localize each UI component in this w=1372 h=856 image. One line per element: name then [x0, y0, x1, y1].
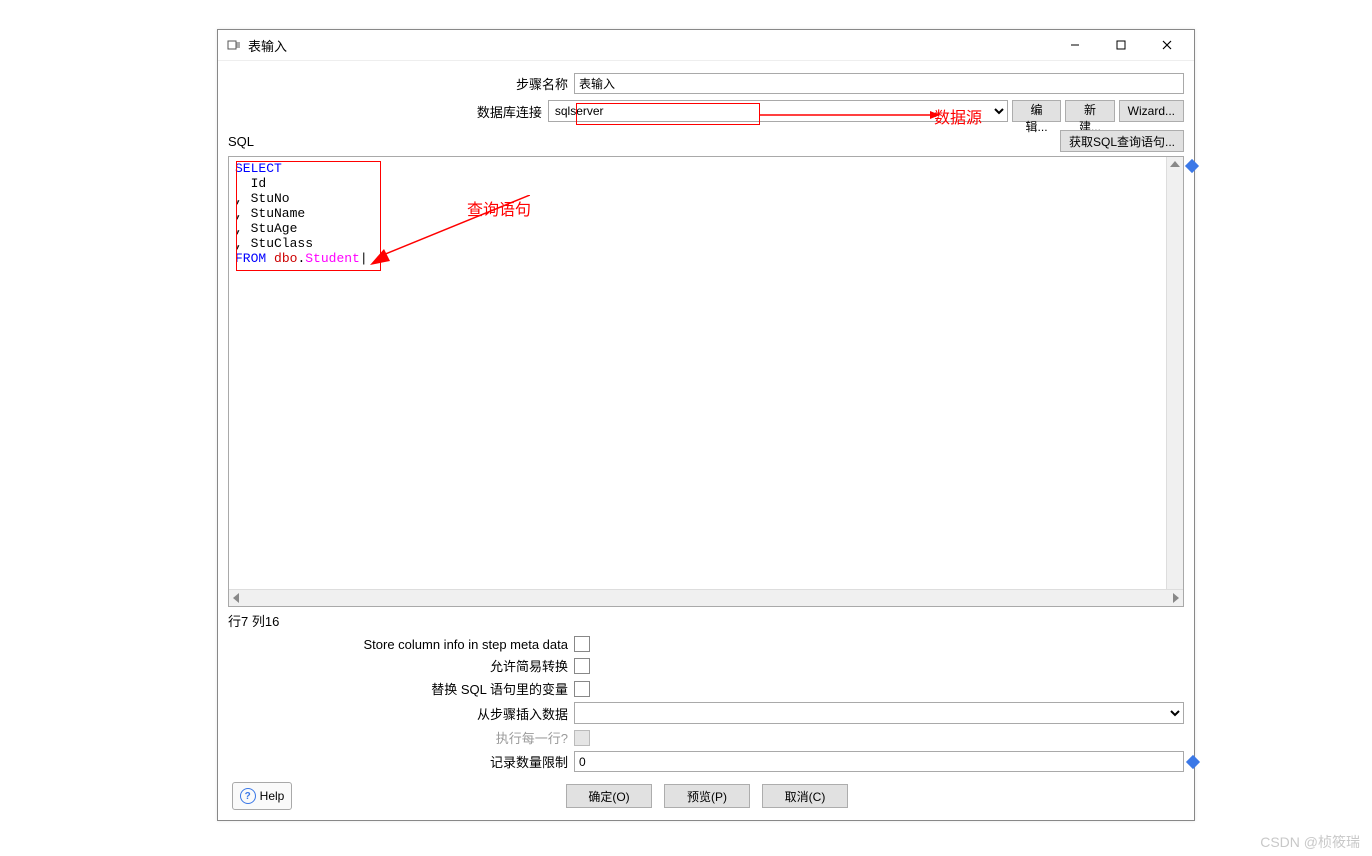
db-conn-select[interactable]: sqlserver: [548, 100, 1008, 122]
insert-from-step-label: 从步骤插入数据: [228, 704, 574, 723]
wizard-button[interactable]: Wizard...: [1119, 100, 1184, 122]
help-icon: ?: [240, 788, 256, 804]
store-col-info-label: Store column info in step meta data: [228, 637, 574, 652]
sql-label: SQL: [228, 134, 254, 149]
help-button[interactable]: ? Help: [232, 782, 292, 810]
step-name-input[interactable]: [574, 73, 1184, 94]
sql-editor-container: SELECT Id , StuNo , StuName , StuAge , S…: [228, 156, 1184, 607]
record-limit-input[interactable]: [574, 751, 1184, 772]
replace-vars-checkbox[interactable]: [574, 681, 590, 697]
preview-button[interactable]: 预览(P): [664, 784, 750, 808]
dialog-window: 表输入 步骤名称 数据库连接 sqlserver 编辑...: [217, 29, 1195, 821]
db-conn-label: 数据库连接: [228, 102, 548, 121]
window-title: 表输入: [248, 36, 287, 55]
replace-vars-label: 替换 SQL 语句里的变量: [228, 679, 574, 698]
step-icon: [226, 37, 242, 53]
record-limit-label: 记录数量限制: [228, 752, 574, 771]
step-name-label: 步骤名称: [228, 74, 574, 93]
minimize-button[interactable]: [1052, 30, 1098, 60]
maximize-button[interactable]: [1098, 30, 1144, 60]
insert-from-step-select[interactable]: [574, 702, 1184, 724]
get-sql-button[interactable]: 获取SQL查询语句...: [1060, 130, 1184, 152]
allow-lazy-label: 允许简易转换: [228, 656, 574, 675]
exec-each-row-label: 执行每一行?: [228, 728, 574, 747]
variable-icon: [1186, 755, 1200, 769]
exec-each-row-checkbox: [574, 730, 590, 746]
edit-conn-button[interactable]: 编辑...: [1012, 100, 1061, 122]
sql-editor[interactable]: SELECT Id , StuNo , StuName , StuAge , S…: [229, 157, 1183, 589]
watermark: CSDN @桢筱瑞: [1260, 832, 1360, 852]
new-conn-button[interactable]: 新建...: [1065, 100, 1114, 122]
variable-icon: [1185, 159, 1199, 173]
cancel-button[interactable]: 取消(C): [762, 784, 848, 808]
titlebar: 表输入: [218, 30, 1194, 61]
allow-lazy-checkbox[interactable]: [574, 658, 590, 674]
store-col-info-checkbox[interactable]: [574, 636, 590, 652]
horizontal-scrollbar[interactable]: [229, 589, 1183, 606]
cursor-position: 行7 列16: [228, 607, 1184, 634]
close-button[interactable]: [1144, 30, 1190, 60]
ok-button[interactable]: 确定(O): [566, 784, 652, 808]
